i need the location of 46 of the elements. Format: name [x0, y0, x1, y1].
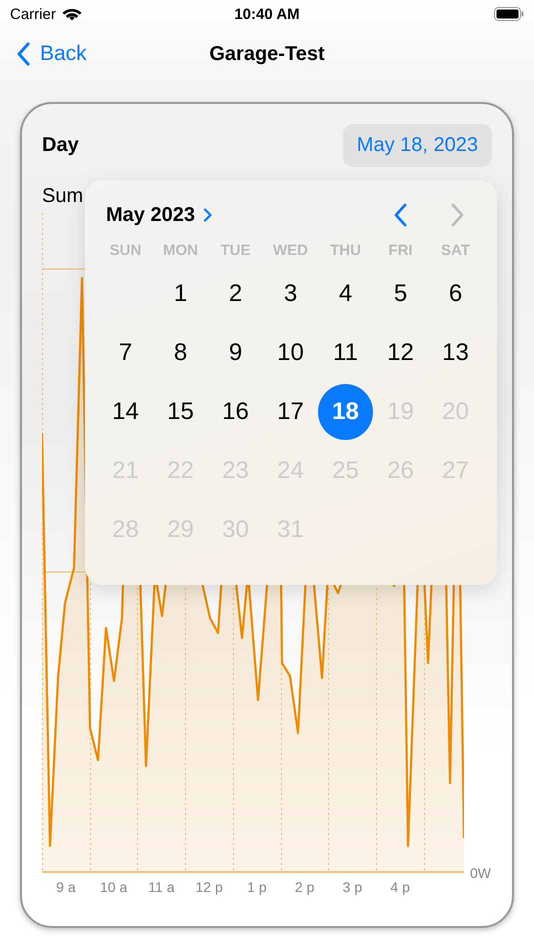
x-axis-label: 3 p	[342, 879, 364, 895]
month-picker-button[interactable]: May 2023	[106, 204, 213, 226]
weekday-label: FRI	[387, 242, 414, 261]
calendar-day[interactable]: 13	[428, 324, 483, 380]
period-label: Day	[42, 134, 79, 157]
calendar-day[interactable]: 3	[263, 266, 318, 322]
screen-title: Garage-Test	[209, 42, 325, 66]
weekday-label: WED	[272, 242, 309, 261]
weekday-label: MON	[162, 242, 199, 261]
weekday-label: THU	[329, 242, 362, 261]
calendar-day[interactable]: 15	[153, 384, 208, 440]
x-axis-label: 12 p	[194, 879, 224, 895]
x-axis-label: 11 a	[147, 879, 176, 895]
back-button[interactable]: Back	[0, 42, 87, 66]
calendar-day[interactable]: 17	[263, 384, 318, 440]
battery-icon	[494, 7, 524, 21]
calendar-day[interactable]: 9	[208, 324, 263, 380]
chevron-right-icon	[202, 208, 213, 222]
calendar-day[interactable]: 12	[373, 324, 428, 380]
calendar-day[interactable]: 6	[428, 266, 483, 322]
x-axis-label: 4 p	[389, 879, 411, 895]
calendar-day[interactable]: 1	[153, 266, 208, 322]
carrier-label: Carrier	[10, 6, 56, 22]
x-axis-label: 10 a	[99, 879, 128, 895]
calendar-day[interactable]: 7	[98, 324, 153, 380]
x-axis-label: 1 p	[246, 879, 268, 895]
previous-month-icon[interactable]	[393, 203, 407, 227]
x-axis-label: 9 a	[55, 879, 77, 895]
calendar-day[interactable]: 11	[318, 324, 373, 380]
weekday-label: SUN	[108, 242, 142, 261]
wifi-icon	[62, 7, 82, 21]
calendar-day[interactable]: 4	[318, 266, 373, 322]
x-axis-label: 2 p	[294, 879, 316, 895]
calendar-day[interactable]: 5	[373, 266, 428, 322]
summary-label: Sum	[42, 185, 84, 208]
calendar-day[interactable]: 2	[208, 266, 263, 322]
back-chevron-icon	[16, 42, 30, 66]
y-axis-label: 0W	[470, 865, 491, 881]
weekday-label: TUE	[220, 242, 252, 261]
calendar-day[interactable]: 14	[98, 384, 153, 440]
calendar-day[interactable]: 18	[318, 384, 373, 440]
clock-time: 10:40 AM	[234, 6, 300, 22]
calendar-day[interactable]: 8	[153, 324, 208, 380]
weekday-label: SAT	[440, 242, 471, 261]
calendar-day[interactable]: 16	[208, 384, 263, 440]
calendar-day[interactable]: 10	[263, 324, 318, 380]
